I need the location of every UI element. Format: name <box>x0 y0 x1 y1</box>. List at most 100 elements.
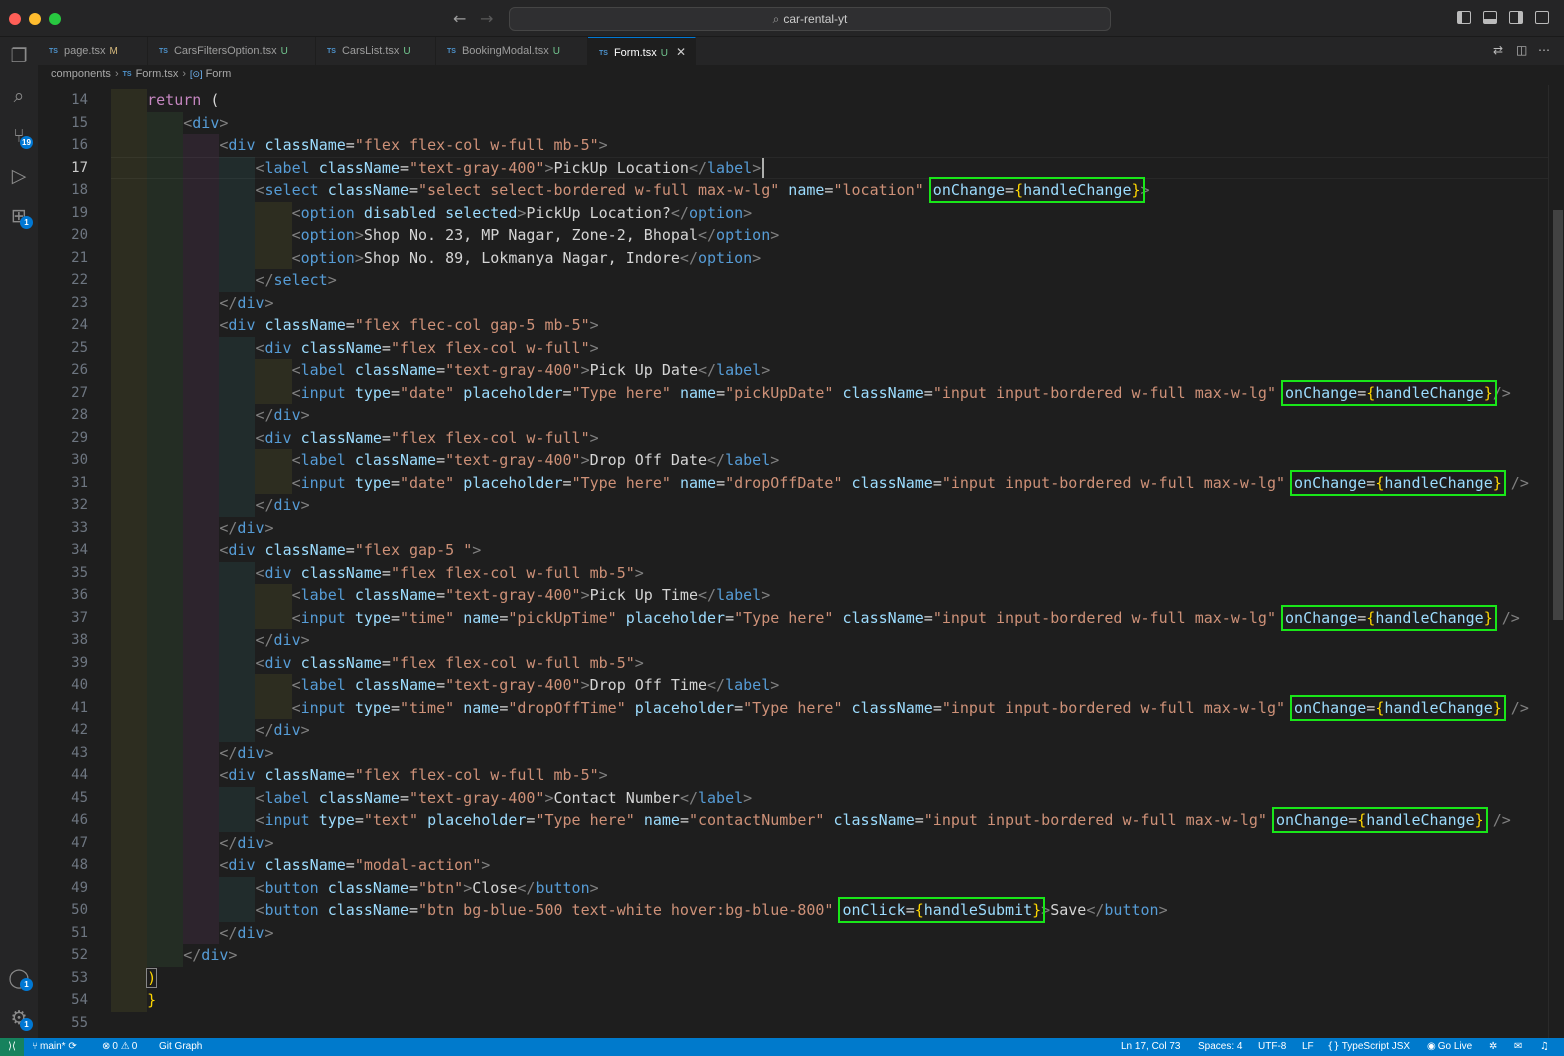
open-changes-icon[interactable]: ⇄ <box>1493 43 1503 57</box>
breadcrumb-file[interactable]: Form.tsx <box>136 68 179 80</box>
indent-guide <box>183 359 220 382</box>
zoom-window-button[interactable] <box>49 13 61 25</box>
code-line[interactable]: ) <box>146 967 158 990</box>
line-number: 40 <box>71 677 88 693</box>
problems-status[interactable]: ⊗ 0 ⚠ 0 <box>102 1038 137 1056</box>
close-window-button[interactable] <box>9 13 21 25</box>
indent-guide <box>255 359 292 382</box>
minimize-window-button[interactable] <box>29 13 41 25</box>
split-editor-icon[interactable]: ◫ <box>1516 43 1527 57</box>
toggle-primary-sidebar-icon[interactable] <box>1457 11 1471 24</box>
code-line[interactable]: <input type="time" name="pickUpTime" pla… <box>292 604 1520 631</box>
line-number: 45 <box>71 789 88 806</box>
cursor-position[interactable]: Ln 17, Col 73 <box>1121 1038 1181 1056</box>
code-line[interactable]: } <box>147 989 156 1012</box>
indent-guide <box>147 921 184 944</box>
tab-form-tsx[interactable]: TS Form.tsx U ✕ <box>588 37 696 65</box>
code-line[interactable]: <input type="text" placeholder="Type her… <box>255 807 1511 833</box>
indent-guide <box>183 291 220 314</box>
code-line[interactable]: <select className="select select-bordere… <box>255 177 1150 203</box>
code-line[interactable]: <button className="btn bg-blue-500 text-… <box>255 897 1168 923</box>
code-line[interactable]: <div className="flex flex-col w-full mb-… <box>255 562 643 585</box>
code-line[interactable]: <div className="flex flex-col w-full"> <box>255 337 598 360</box>
toggle-secondary-sidebar-icon[interactable] <box>1509 11 1523 24</box>
code-line[interactable]: </div> <box>255 629 309 652</box>
breadcrumb-symbol[interactable]: Form <box>206 68 232 80</box>
code-line[interactable]: return ( <box>147 89 219 112</box>
explorer-icon[interactable]: ❐ <box>8 45 30 67</box>
forward-arrow-icon[interactable]: → <box>480 9 493 28</box>
breadcrumb-folder[interactable]: components <box>51 68 111 80</box>
indent-guide <box>147 516 184 539</box>
code-line[interactable]: <option>Shop No. 89, Lokmanya Nagar, Ind… <box>292 247 762 270</box>
line-number: 14 <box>71 92 88 108</box>
back-arrow-icon[interactable]: ← <box>453 9 466 28</box>
code-line[interactable]: <label className="text-gray-400">Drop Of… <box>292 674 780 697</box>
notifications-bell-icon[interactable]: ♫ <box>1540 1038 1549 1056</box>
code-line[interactable]: <label className="text-gray-400">PickUp … <box>255 157 761 180</box>
editor-scrollbar[interactable] <box>1548 85 1564 1038</box>
line-number: 51 <box>71 924 88 941</box>
code-line[interactable]: </div> <box>183 944 237 967</box>
code-line[interactable]: <option disabled selected>PickUp Locatio… <box>292 202 753 225</box>
toggle-panel-icon[interactable] <box>1483 11 1497 24</box>
code-line[interactable]: </div> <box>255 494 309 517</box>
code-line[interactable]: </div> <box>219 922 273 945</box>
code-line[interactable]: <div className="flex gap-5 "> <box>219 539 481 562</box>
more-actions-icon[interactable]: ⋯ <box>1538 43 1550 57</box>
code-line[interactable]: <div className="modal-action"> <box>219 854 490 877</box>
code-line[interactable]: </div> <box>219 832 273 855</box>
code-line[interactable]: <div className="flex flex-col w-full mb-… <box>255 652 643 675</box>
feedback-icon[interactable]: ✉ <box>1514 1038 1522 1056</box>
go-live-button[interactable]: ◉ Go Live <box>1427 1038 1472 1056</box>
tab-page-tsx[interactable]: TS page.tsx M <box>38 37 148 65</box>
branch-status[interactable]: ⑂ main* ⟳ <box>32 1038 79 1056</box>
scrollbar-thumb[interactable] <box>1553 210 1563 620</box>
code-line[interactable]: <div className="flex flex-col w-full mb-… <box>219 134 607 157</box>
code-line[interactable]: <option>Shop No. 23, MP Nagar, Zone-2, B… <box>292 224 780 247</box>
indent-guide <box>111 831 148 854</box>
encoding-status[interactable]: UTF-8 <box>1258 1038 1286 1056</box>
tab-carslist-tsx[interactable]: TS CarsList.tsx U <box>316 37 436 65</box>
code-line[interactable]: <input type="date" placeholder="Type her… <box>292 469 1529 496</box>
indent-guide <box>183 809 220 832</box>
code-line[interactable]: <div className="flex flec-col gap-5 mb-5… <box>219 314 598 337</box>
indent-guide <box>219 674 256 697</box>
indent-guide <box>147 381 184 404</box>
code-line[interactable]: </select> <box>255 269 336 292</box>
code-line[interactable]: <div className="flex flex-col w-full mb-… <box>219 764 607 787</box>
tab-carsfiltersoption-tsx[interactable]: TS CarsFiltersOption.tsx U <box>148 37 316 65</box>
eol-status[interactable]: LF <box>1302 1038 1314 1056</box>
code-line[interactable]: <label className="text-gray-400">Contact… <box>255 787 752 810</box>
code-line[interactable]: <input type="time" name="dropOffTime" pl… <box>292 694 1529 721</box>
code-line[interactable]: <button className="btn">Close</button> <box>255 877 598 900</box>
language-mode[interactable]: {} TypeScript JSX <box>1327 1038 1410 1056</box>
copilot-icon[interactable]: ✲ <box>1489 1038 1497 1056</box>
code-line[interactable]: <div> <box>183 112 228 135</box>
code-editor[interactable]: 14 15 16 17 18 19 20 21 22 23 24 25 26 27 28 29 30 31 32 33… <box>38 85 1548 1038</box>
run-debug-icon[interactable]: ▷ <box>8 165 30 187</box>
code-line[interactable]: <div className="flex flex-col w-full"> <box>255 427 598 450</box>
close-tab-icon[interactable]: ✕ <box>676 45 686 59</box>
customize-layout-icon[interactable] <box>1535 11 1549 24</box>
tab-bookingmodal-tsx[interactable]: TS BookingModal.tsx U <box>436 37 588 65</box>
code-line[interactable]: </div> <box>219 742 273 765</box>
code-line[interactable]: </div> <box>219 517 273 540</box>
indent-guide <box>183 741 220 764</box>
indent-guide <box>147 606 184 629</box>
code-line[interactable]: <label className="text-gray-400">Pick Up… <box>292 584 771 607</box>
git-graph-button[interactable]: Git Graph <box>159 1038 202 1056</box>
indentation-status[interactable]: Spaces: 4 <box>1198 1038 1242 1056</box>
remote-indicator-icon[interactable]: ⟩⟨ <box>0 1038 24 1056</box>
code-line[interactable]: </div> <box>219 292 273 315</box>
indent-guide <box>111 854 148 877</box>
search-icon[interactable]: ⌕ <box>8 85 30 107</box>
code-line[interactable]: </div> <box>255 719 309 742</box>
code-area[interactable]: return (<div> <div className="flex flex-c… <box>111 85 1548 1038</box>
command-center-search[interactable]: ⌕ car-rental-yt <box>509 7 1111 31</box>
code-line[interactable]: <input type="date" placeholder="Type her… <box>292 379 1511 406</box>
search-icon: ⌕ <box>772 12 780 26</box>
code-line[interactable]: </div> <box>255 404 309 427</box>
code-line[interactable]: <label className="text-gray-400">Pick Up… <box>292 359 771 382</box>
code-line[interactable]: <label className="text-gray-400">Drop Of… <box>292 449 780 472</box>
